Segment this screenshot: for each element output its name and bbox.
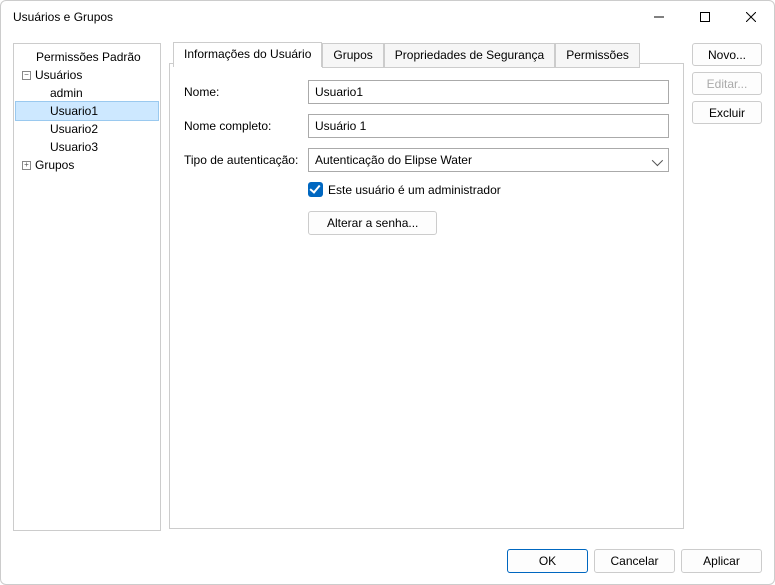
center-panel: Informações do Usuário Grupos Propriedad… xyxy=(169,43,684,531)
minimize-icon xyxy=(654,12,664,22)
window-controls xyxy=(636,1,774,33)
bottom-bar: OK Cancelar Aplicar xyxy=(507,549,762,573)
tab-groups[interactable]: Grupos xyxy=(322,43,383,68)
row-admin-check: Este usuário é um administrador xyxy=(308,182,669,197)
tab-host: Informações do Usuário Grupos Propriedad… xyxy=(169,63,684,529)
right-panel: Novo... Editar... Excluir xyxy=(692,43,762,531)
maximize-button[interactable] xyxy=(682,1,728,33)
change-password-button[interactable]: Alterar a senha... xyxy=(308,211,437,235)
admin-check-label: Este usuário é um administrador xyxy=(328,183,501,197)
tree-grupos[interactable]: + Grupos xyxy=(16,156,158,174)
tree-user-admin[interactable]: admin xyxy=(16,84,158,102)
tab-info-label: Informações do Usuário xyxy=(184,47,311,61)
row-name: Nome: xyxy=(184,80,669,104)
close-icon xyxy=(746,12,756,22)
tab-groups-label: Grupos xyxy=(333,48,372,62)
name-label: Nome: xyxy=(184,85,308,99)
collapse-icon[interactable]: − xyxy=(22,71,31,80)
window-title: Usuários e Grupos xyxy=(13,10,636,24)
tab-strip: Informações do Usuário Grupos Propriedad… xyxy=(173,42,640,67)
tree-user-usuario2[interactable]: Usuario2 xyxy=(16,120,158,138)
new-button[interactable]: Novo... xyxy=(692,43,762,66)
main-area: Permissões Padrão − Usuários admin Usuar… xyxy=(1,33,774,541)
tree-root-label: Permissões Padrão xyxy=(36,50,141,64)
tab-info[interactable]: Informações do Usuário xyxy=(173,42,322,67)
row-authtype: Tipo de autenticação: Autenticação do El… xyxy=(184,148,669,172)
authtype-label: Tipo de autenticação: xyxy=(184,153,308,167)
tab-security-label: Propriedades de Segurança xyxy=(395,48,544,62)
tree-user-label: Usuario2 xyxy=(50,122,98,136)
tree-grupos-label: Grupos xyxy=(35,158,74,172)
name-input[interactable] xyxy=(308,80,669,104)
tree-user-usuario3[interactable]: Usuario3 xyxy=(16,138,158,156)
maximize-icon xyxy=(700,12,710,22)
titlebar: Usuários e Grupos xyxy=(1,1,774,33)
tab-security[interactable]: Propriedades de Segurança xyxy=(384,43,555,68)
tree-user-label: Usuario3 xyxy=(50,140,98,154)
close-button[interactable] xyxy=(728,1,774,33)
apply-button[interactable]: Aplicar xyxy=(681,549,762,573)
edit-button: Editar... xyxy=(692,72,762,95)
tree-usuarios[interactable]: − Usuários xyxy=(16,66,158,84)
cancel-button[interactable]: Cancelar xyxy=(594,549,675,573)
authtype-value: Autenticação do Elipse Water xyxy=(315,153,472,167)
tree-usuarios-label: Usuários xyxy=(35,68,82,82)
tree-user-usuario1[interactable]: Usuario1 xyxy=(16,102,158,120)
tree-root[interactable]: Permissões Padrão xyxy=(16,48,158,66)
delete-button[interactable]: Excluir xyxy=(692,101,762,124)
authtype-select-box[interactable]: Autenticação do Elipse Water xyxy=(308,148,669,172)
minimize-button[interactable] xyxy=(636,1,682,33)
tab-permissions-label: Permissões xyxy=(566,48,629,62)
tree-panel: Permissões Padrão − Usuários admin Usuar… xyxy=(13,43,161,531)
admin-checkbox[interactable] xyxy=(308,182,323,197)
tab-permissions[interactable]: Permissões xyxy=(555,43,640,68)
authtype-select[interactable]: Autenticação do Elipse Water xyxy=(308,148,669,172)
expand-icon[interactable]: + xyxy=(22,161,31,170)
fullname-label: Nome completo: xyxy=(184,119,308,133)
ok-button[interactable]: OK xyxy=(507,549,588,573)
fullname-input[interactable] xyxy=(308,114,669,138)
tree-user-label: admin xyxy=(50,86,83,100)
tab-content: Nome: Nome completo: Tipo de autenticaçã… xyxy=(170,64,683,251)
tree-user-label: Usuario1 xyxy=(50,104,98,118)
row-fullname: Nome completo: xyxy=(184,114,669,138)
